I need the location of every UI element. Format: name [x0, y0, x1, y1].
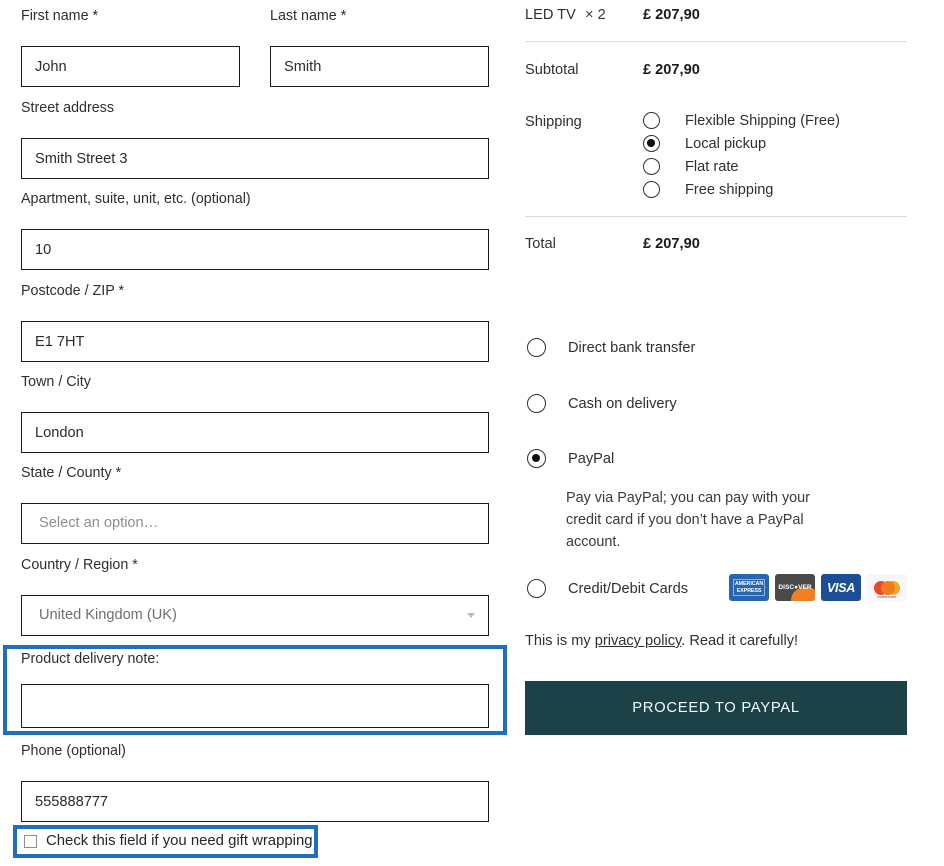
town-city-input[interactable]: [21, 412, 489, 453]
country-region-select[interactable]: United Kingdom (UK): [21, 595, 489, 636]
shipping-option-local-pickup-label: Local pickup: [685, 135, 767, 152]
subtotal-label: Subtotal: [525, 62, 579, 78]
gift-wrapping-label: Check this field if you need gift wrappi…: [46, 833, 313, 849]
privacy-prefix: This is my: [525, 633, 595, 649]
field-state-county: State / County * Select an option…: [21, 465, 489, 544]
total-value: £ 207,90: [643, 236, 700, 252]
mastercard-logo-text: mastercard: [877, 595, 897, 599]
billing-details-form: First name * Last name * Street address …: [0, 0, 512, 866]
shipping-option-flexible-label: Flexible Shipping (Free): [685, 112, 840, 129]
field-first-name: First name *: [21, 8, 240, 87]
payment-method-cash-on-delivery[interactable]: Cash on delivery: [527, 394, 677, 413]
radio-icon-free-shipping[interactable]: [643, 181, 660, 198]
mastercard-circle-overlap: [880, 581, 895, 595]
shipping-option-free-shipping[interactable]: Free shipping: [643, 181, 773, 198]
field-last-name: Last name *: [270, 8, 489, 87]
payment-method-cash-on-delivery-label: Cash on delivery: [568, 395, 677, 412]
gift-wrapping-checkbox-row[interactable]: Check this field if you need gift wrappi…: [24, 833, 313, 849]
country-region-label: Country / Region *: [21, 557, 138, 573]
visa-logo-text: VISA: [827, 580, 855, 595]
shipping-label: Shipping: [525, 114, 582, 130]
last-name-input[interactable]: [270, 46, 489, 87]
street-address-label: Street address: [21, 100, 114, 116]
apartment-input[interactable]: [21, 229, 489, 270]
shipping-option-flexible[interactable]: Flexible Shipping (Free): [643, 112, 840, 129]
delivery-note-label: Product delivery note:: [21, 651, 160, 667]
state-county-select[interactable]: Select an option…: [21, 503, 489, 544]
gift-wrapping-checkbox[interactable]: [24, 834, 37, 848]
mastercard-logo: mastercard: [867, 574, 907, 601]
privacy-policy-notice: This is my privacy policy. Read it caref…: [525, 633, 798, 649]
apartment-label: Apartment, suite, unit, etc. (optional): [21, 191, 251, 207]
privacy-policy-link[interactable]: privacy policy: [595, 633, 682, 649]
visa-logo: VISA: [821, 574, 861, 601]
field-town-city: Town / City: [21, 374, 489, 453]
discover-logo: DISC●VER: [775, 574, 815, 601]
radio-icon-paypal[interactable]: [527, 449, 546, 468]
checkout-page: First name * Last name * Street address …: [0, 0, 944, 866]
order-review-panel: LED TV × 2 £ 207,90 Subtotal £ 207,90 Sh…: [525, 0, 925, 866]
delivery-note-textarea[interactable]: [21, 684, 489, 728]
state-county-label: State / County *: [21, 465, 122, 481]
line-item-name: LED TV: [525, 7, 576, 23]
line-item-price: £ 207,90: [643, 7, 700, 23]
field-phone: Phone (optional): [21, 743, 489, 822]
last-name-label: Last name *: [270, 8, 347, 24]
payment-method-paypal[interactable]: PayPal: [527, 449, 614, 468]
field-postcode: Postcode / ZIP *: [21, 283, 489, 362]
phone-label: Phone (optional): [21, 743, 126, 759]
radio-icon-local-pickup[interactable]: [643, 135, 660, 152]
shipping-option-flat-rate[interactable]: Flat rate: [643, 158, 739, 175]
subtotal-value: £ 207,90: [643, 62, 700, 78]
country-region-selected-value: United Kingdom (UK): [21, 595, 489, 636]
shipping-option-free-shipping-label: Free shipping: [685, 181, 774, 198]
first-name-label: First name *: [21, 8, 99, 24]
payment-method-bank-transfer[interactable]: Direct bank transfer: [527, 338, 695, 357]
payment-method-credit-debit-cards[interactable]: Credit/Debit Cards: [527, 579, 688, 598]
mastercard-logo-circles: [873, 580, 901, 595]
payment-method-credit-debit-cards-label: Credit/Debit Cards: [568, 580, 689, 597]
line-item-qty: × 2: [585, 7, 606, 23]
discover-logo-text: DISC●VER: [778, 584, 812, 591]
divider-after-line-items: [525, 41, 907, 42]
phone-input[interactable]: [21, 781, 489, 822]
total-label: Total: [525, 236, 556, 252]
chevron-down-icon: [467, 613, 475, 618]
amex-logo: AMERICAN EXPRESS: [729, 574, 769, 601]
postcode-label: Postcode / ZIP *: [21, 283, 125, 299]
amex-logo-line1: AMERICAN: [734, 580, 764, 587]
radio-icon-flat-rate[interactable]: [643, 158, 660, 175]
divider-before-total: [525, 216, 907, 217]
paypal-description: Pay via PayPal; you can pay with your cr…: [566, 490, 810, 550]
payment-method-bank-transfer-label: Direct bank transfer: [568, 339, 696, 356]
field-country-region: Country / Region * United Kingdom (UK): [21, 557, 489, 636]
first-name-input[interactable]: [21, 46, 240, 87]
shipping-option-local-pickup[interactable]: Local pickup: [643, 135, 766, 152]
radio-icon-cash-on-delivery[interactable]: [527, 394, 546, 413]
shipping-option-flat-rate-label: Flat rate: [685, 158, 739, 175]
postcode-input[interactable]: [21, 321, 489, 362]
field-apartment: Apartment, suite, unit, etc. (optional): [21, 191, 489, 270]
proceed-to-paypal-button[interactable]: PROCEED TO PAYPAL: [525, 681, 907, 735]
radio-icon-bank-transfer[interactable]: [527, 338, 546, 357]
privacy-suffix: . Read it carefully!: [681, 633, 799, 649]
amex-logo-line2: EXPRESS: [736, 587, 762, 594]
field-street-address: Street address: [21, 100, 489, 179]
field-delivery-note: Product delivery note:: [21, 651, 489, 728]
state-county-selected-value: Select an option…: [21, 503, 489, 544]
radio-icon-flexible-shipping[interactable]: [643, 112, 660, 129]
radio-icon-credit-debit-cards[interactable]: [527, 579, 546, 598]
payment-method-paypal-label: PayPal: [568, 450, 615, 467]
town-city-label: Town / City: [21, 374, 91, 390]
street-address-input[interactable]: [21, 138, 489, 179]
accepted-card-logos: AMERICAN EXPRESS DISC●VER VISA mastercar…: [729, 574, 907, 601]
